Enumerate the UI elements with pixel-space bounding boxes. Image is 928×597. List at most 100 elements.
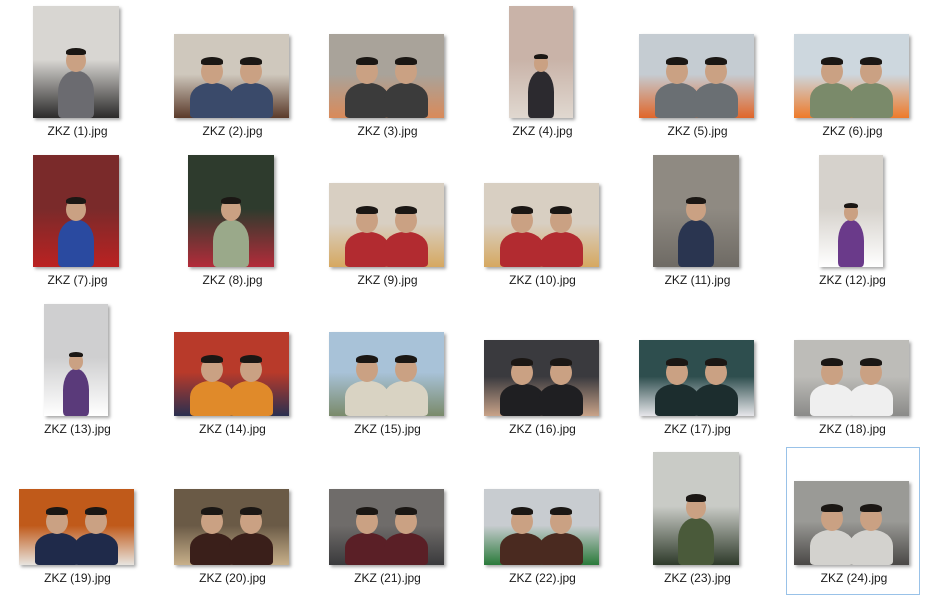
file-thumbnail[interactable] <box>819 155 883 267</box>
file-thumbnail[interactable] <box>174 34 289 118</box>
file-thumbnail[interactable] <box>19 489 134 565</box>
person-figure <box>384 533 429 565</box>
file-name[interactable]: ZKZ (13).jpg <box>0 422 155 436</box>
file-item[interactable]: ZKZ (3).jpg <box>310 0 465 148</box>
file-name[interactable]: ZKZ (4).jpg <box>465 124 620 138</box>
file-thumbnail[interactable] <box>509 6 573 118</box>
file-thumbnail[interactable] <box>653 155 739 267</box>
file-thumbnail[interactable] <box>484 489 599 565</box>
file-name[interactable]: ZKZ (5).jpg <box>620 124 775 138</box>
file-thumbnail[interactable] <box>484 183 599 267</box>
file-item[interactable]: ZKZ (19).jpg <box>0 447 155 595</box>
file-name[interactable]: ZKZ (22).jpg <box>465 571 620 585</box>
file-item-selected[interactable]: ZKZ (24).jpg <box>786 447 920 595</box>
person-hair <box>705 56 728 66</box>
file-thumbnail[interactable] <box>188 155 274 267</box>
person-figure <box>57 70 95 118</box>
file-item[interactable]: ZKZ (7).jpg <box>0 149 155 297</box>
file-item[interactable]: ZKZ (9).jpg <box>310 149 465 297</box>
file-thumbnail[interactable] <box>639 340 754 416</box>
file-name[interactable]: ZKZ (9).jpg <box>310 273 465 287</box>
person-figure <box>384 82 429 118</box>
file-name[interactable]: ZKZ (11).jpg <box>620 273 775 287</box>
person-figure <box>677 219 715 267</box>
person-hair <box>85 507 108 516</box>
file-name[interactable]: ZKZ (7).jpg <box>0 273 155 287</box>
file-name[interactable]: ZKZ (14).jpg <box>155 422 310 436</box>
person-hair <box>221 196 241 205</box>
file-thumbnail[interactable] <box>44 304 108 416</box>
person-figure <box>74 533 119 565</box>
file-name[interactable]: ZKZ (15).jpg <box>310 422 465 436</box>
file-name[interactable]: ZKZ (17).jpg <box>620 422 775 436</box>
file-thumbnail[interactable] <box>33 155 119 267</box>
file-item[interactable]: ZKZ (14).jpg <box>155 298 310 446</box>
file-item[interactable]: ZKZ (11).jpg <box>620 149 775 297</box>
file-name[interactable]: ZKZ (21).jpg <box>310 571 465 585</box>
file-name[interactable]: ZKZ (19).jpg <box>0 571 155 585</box>
file-name[interactable]: ZKZ (6).jpg <box>775 124 928 138</box>
file-item[interactable]: ZKZ (2).jpg <box>155 0 310 148</box>
person-figure <box>694 384 739 416</box>
person-hair <box>550 358 573 367</box>
person-hair <box>240 507 263 516</box>
person-figure <box>229 380 274 416</box>
file-name[interactable]: ZKZ (3).jpg <box>310 124 465 138</box>
file-name[interactable]: ZKZ (20).jpg <box>155 571 310 585</box>
file-thumbnail[interactable] <box>794 481 909 565</box>
file-item[interactable]: ZKZ (21).jpg <box>310 447 465 595</box>
file-thumbnail[interactable] <box>794 34 909 118</box>
file-thumbnail[interactable] <box>174 332 289 416</box>
person-figure <box>849 384 894 416</box>
file-item[interactable]: ZKZ (4).jpg <box>465 0 620 148</box>
file-name[interactable]: ZKZ (1).jpg <box>0 124 155 138</box>
file-thumbnail[interactable] <box>329 489 444 565</box>
person-figure <box>344 82 389 118</box>
file-item[interactable]: ZKZ (22).jpg <box>465 447 620 595</box>
person-figure <box>809 82 854 118</box>
file-name[interactable]: ZKZ (2).jpg <box>155 124 310 138</box>
file-thumbnail[interactable] <box>329 34 444 118</box>
person-hair <box>843 202 859 209</box>
file-item[interactable]: ZKZ (10).jpg <box>465 149 620 297</box>
file-item[interactable]: ZKZ (18).jpg <box>775 298 928 446</box>
person-hair <box>510 205 533 215</box>
file-name[interactable]: ZKZ (12).jpg <box>775 273 928 287</box>
file-name[interactable]: ZKZ (10).jpg <box>465 273 620 287</box>
person-hair <box>355 56 378 66</box>
file-thumbnail[interactable] <box>33 6 119 118</box>
file-item[interactable]: ZKZ (15).jpg <box>310 298 465 446</box>
file-name[interactable]: ZKZ (24).jpg <box>787 571 921 585</box>
file-thumbnail[interactable] <box>329 332 444 416</box>
file-item[interactable]: ZKZ (12).jpg <box>775 149 928 297</box>
file-item[interactable]: ZKZ (5).jpg <box>620 0 775 148</box>
person-hair <box>355 507 378 516</box>
file-item[interactable]: ZKZ (23).jpg <box>620 447 775 595</box>
file-item[interactable]: ZKZ (17).jpg <box>620 298 775 446</box>
person-hair <box>240 354 263 364</box>
file-thumbnail[interactable] <box>484 340 599 416</box>
file-item[interactable]: ZKZ (20).jpg <box>155 447 310 595</box>
file-thumbnail[interactable] <box>653 452 739 565</box>
person-figure <box>694 82 739 118</box>
file-item[interactable]: ZKZ (8).jpg <box>155 149 310 297</box>
file-thumbnail[interactable] <box>639 34 754 118</box>
person-figure <box>654 82 699 118</box>
person-figure <box>677 517 715 565</box>
file-thumbnail[interactable] <box>174 489 289 565</box>
file-name[interactable]: ZKZ (18).jpg <box>775 422 928 436</box>
file-name[interactable]: ZKZ (23).jpg <box>620 571 775 585</box>
file-thumbnail[interactable] <box>329 183 444 267</box>
file-name[interactable]: ZKZ (16).jpg <box>465 422 620 436</box>
person-hair <box>820 56 843 66</box>
file-item[interactable]: ZKZ (1).jpg <box>0 0 155 148</box>
file-item[interactable]: ZKZ (6).jpg <box>775 0 928 148</box>
person-figure <box>539 384 584 416</box>
file-name[interactable]: ZKZ (8).jpg <box>155 273 310 287</box>
file-item[interactable]: ZKZ (16).jpg <box>465 298 620 446</box>
person-figure <box>837 219 865 267</box>
person-hair <box>355 354 378 364</box>
file-item[interactable]: ZKZ (13).jpg <box>0 298 155 446</box>
file-thumbnail[interactable] <box>794 340 909 416</box>
person-figure <box>499 533 544 565</box>
